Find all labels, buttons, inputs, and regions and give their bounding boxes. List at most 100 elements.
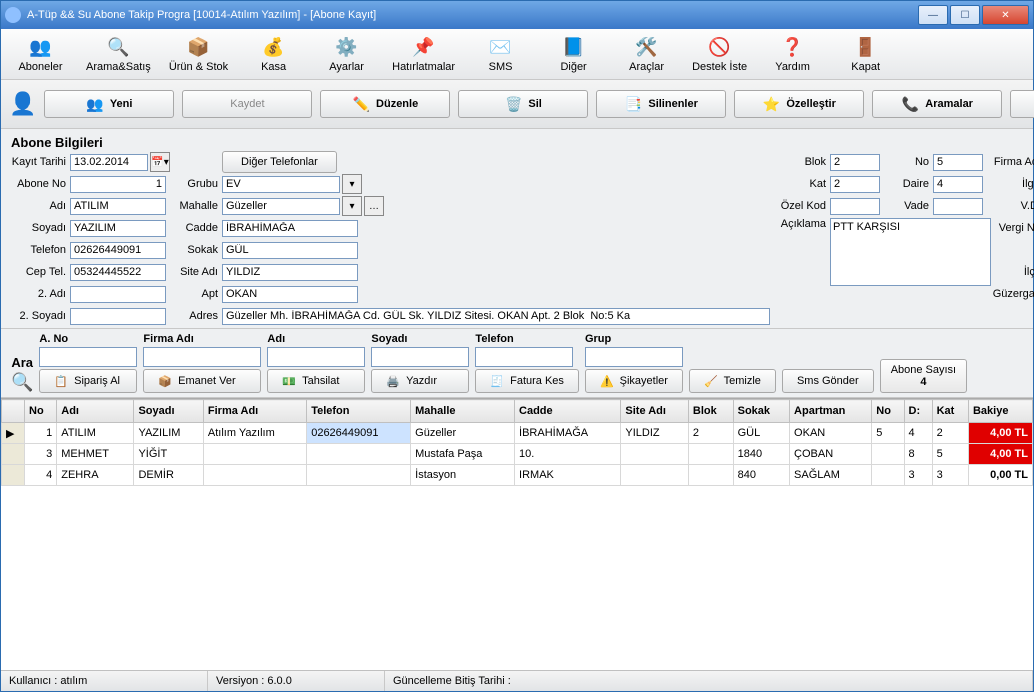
maximize-button[interactable]: ☐: [950, 5, 980, 25]
lbl-mahalle: Mahalle: [178, 200, 220, 212]
s-grup-input[interactable]: [585, 347, 683, 367]
sokak-input[interactable]: [222, 242, 358, 259]
toolbar-aramasat[interactable]: 🔍Arama&Satış: [82, 33, 155, 75]
kat-input[interactable]: [830, 176, 880, 193]
kaydet-button[interactable]: Kaydet: [182, 90, 312, 118]
cadde-input[interactable]: [222, 220, 358, 237]
toolbar-icon: 🚪: [854, 35, 878, 59]
lbl-sokak: Sokak: [178, 244, 220, 256]
close-button[interactable]: ✕: [982, 5, 1029, 25]
data-grid[interactable]: NoAdıSoyadıFirma AdıTelefonMahalleCaddeS…: [1, 398, 1033, 670]
soyadi-input[interactable]: [70, 220, 166, 237]
user-avatar-icon: 👤: [9, 88, 36, 120]
lbl-abone-no: Abone No: [11, 178, 68, 190]
sil-button[interactable]: 🗑️Sil: [458, 90, 588, 118]
lbl-adi2: 2. Adı: [11, 288, 68, 300]
aramalar-button[interactable]: 📞Aramalar: [872, 90, 1002, 118]
emanet-ver-button[interactable]: 📦 Emanet Ver: [143, 369, 261, 393]
toolbar-aboneler[interactable]: 👥Aboneler: [9, 33, 72, 75]
diger-telefonlar-button[interactable]: Diğer Telefonlar: [222, 151, 337, 173]
toolbar-ayarlar[interactable]: ⚙️Ayarlar: [315, 33, 378, 75]
table-row[interactable]: 4ZEHRADEMİRİstasyonIRMAK840SAĞLAM330,00 …: [2, 465, 1033, 486]
s-telefon-input[interactable]: [475, 347, 573, 367]
yazdir-button[interactable]: 🖨️ Yazdır: [371, 369, 469, 393]
ozelkod-input[interactable]: [830, 198, 880, 215]
fatura-kes-button[interactable]: 🧾 Fatura Kes: [475, 369, 579, 393]
adres-input[interactable]: [222, 308, 770, 325]
soyadi2-input[interactable]: [70, 308, 166, 325]
lbl-cep: Cep Tel.: [11, 266, 68, 278]
form-area: Abone Bilgileri Kayıt Tarihi 📅▾ Abone No…: [1, 129, 1033, 328]
toolbar-icon: 🔍: [106, 35, 130, 59]
toolbar-destekiste[interactable]: 🚫Destek İste: [688, 33, 751, 75]
lbl-adi: Adı: [11, 200, 68, 212]
toolbar-rnstok[interactable]: 📦Ürün & Stok: [165, 33, 232, 75]
toolbar-icon: ⚙️: [335, 35, 359, 59]
toolbar-sms[interactable]: ✉️SMS: [469, 33, 532, 75]
lbl-kayit-tarihi: Kayıt Tarihi: [11, 156, 68, 168]
toolbar-yardm[interactable]: ❓Yardım: [761, 33, 824, 75]
table-row[interactable]: ▶1ATILIMYAZILIMAtılım Yazılım02626449091…: [2, 423, 1033, 444]
app-icon: [5, 7, 21, 23]
sms-gonder-button[interactable]: Sms Gönder: [782, 369, 874, 393]
search-bar: Ara 🔍 A. No 📋 Sipariş Al Firma Adı 📦 Ema…: [1, 328, 1033, 398]
lbl-site: Site Adı: [178, 266, 220, 278]
titlebar: A-Tüp && Su Abone Takip Progra [10014-At…: [1, 1, 1033, 29]
kayit-tarihi-input[interactable]: [70, 154, 148, 171]
adi-input[interactable]: [70, 198, 166, 215]
lbl-ilce: İlçe: [991, 266, 1034, 278]
apt-input[interactable]: [222, 286, 358, 303]
minimize-button[interactable]: —: [918, 5, 948, 25]
yeni-button[interactable]: 👥Yeni: [44, 90, 174, 118]
toolbar-kapat[interactable]: 🚪Kapat: [834, 33, 897, 75]
adi2-input[interactable]: [70, 286, 166, 303]
s-ano-input[interactable]: [39, 347, 137, 367]
toolbar-kasa[interactable]: 💰Kasa: [242, 33, 305, 75]
lbl-s-ano: A. No: [39, 333, 137, 345]
grubu-select[interactable]: [222, 176, 340, 193]
vade-input[interactable]: [933, 198, 983, 215]
daire-input[interactable]: [933, 176, 983, 193]
mahalle-select[interactable]: [222, 198, 340, 215]
date-picker-icon[interactable]: 📅▾: [150, 152, 170, 172]
toolbar-icon: 💰: [262, 35, 286, 59]
toolbar-hatrlatmalar[interactable]: 📌Hatırlatmalar: [388, 33, 459, 75]
lbl-vergino: Vergi No: [991, 222, 1034, 234]
section-title: Abone Bilgileri: [11, 135, 1023, 150]
lbl-s-adi: Adı: [267, 333, 365, 345]
lbl-grubu: Grubu: [178, 178, 220, 190]
search-icon: 🔍: [11, 372, 33, 393]
silinenler-button[interactable]: 📑Silinenler: [596, 90, 726, 118]
s-adi-input[interactable]: [267, 347, 365, 367]
grubu-dd-icon[interactable]: ▾: [342, 174, 362, 194]
duzenle-button[interactable]: ✏️Düzenle: [320, 90, 450, 118]
temizle-button[interactable]: 🧹 Temizle: [689, 369, 776, 393]
sikayetler-button[interactable]: ⚠️ Şikayetler: [585, 369, 683, 393]
mahalle-more-icon[interactable]: …: [364, 196, 384, 216]
table-row[interactable]: 3MEHMETYİĞİTMustafa Paşa10.1840ÇOBAN854,…: [2, 444, 1033, 465]
siparis-al-button[interactable]: 📋 Sipariş Al: [39, 369, 137, 393]
toolbar-icon: ❓: [781, 35, 805, 59]
cep-input[interactable]: [70, 264, 166, 281]
abone-no-input[interactable]: [70, 176, 166, 193]
toolbar-icon: ✉️: [489, 35, 513, 59]
s-firma-input[interactable]: [143, 347, 261, 367]
no-input[interactable]: [933, 154, 983, 171]
ozellestir-button[interactable]: ⭐Özelleştir: [734, 90, 864, 118]
lbl-soyadi2: 2. Soyadı: [11, 310, 68, 322]
telefon-input[interactable]: [70, 242, 166, 259]
mahalle-dd-icon[interactable]: ▾: [342, 196, 362, 216]
blok-input[interactable]: [830, 154, 880, 171]
raporlar-button[interactable]: 📄Raporlar: [1010, 90, 1034, 118]
lbl-s-soyadi: Soyadı: [371, 333, 469, 345]
tahsilat-button[interactable]: 💵 Tahsilat: [267, 369, 365, 393]
site-input[interactable]: [222, 264, 358, 281]
aciklama-input[interactable]: PTT KARŞISI: [830, 218, 991, 286]
lbl-il: İl: [991, 244, 1034, 256]
toolbar-icon: 🚫: [708, 35, 732, 59]
s-soyadi-input[interactable]: [371, 347, 469, 367]
toolbar-dier[interactable]: 📘Diğer: [542, 33, 605, 75]
lbl-s-grup: Grup: [585, 333, 683, 345]
toolbar-aralar[interactable]: 🛠️Araçlar: [615, 33, 678, 75]
lbl-apt: Apt: [178, 288, 220, 300]
